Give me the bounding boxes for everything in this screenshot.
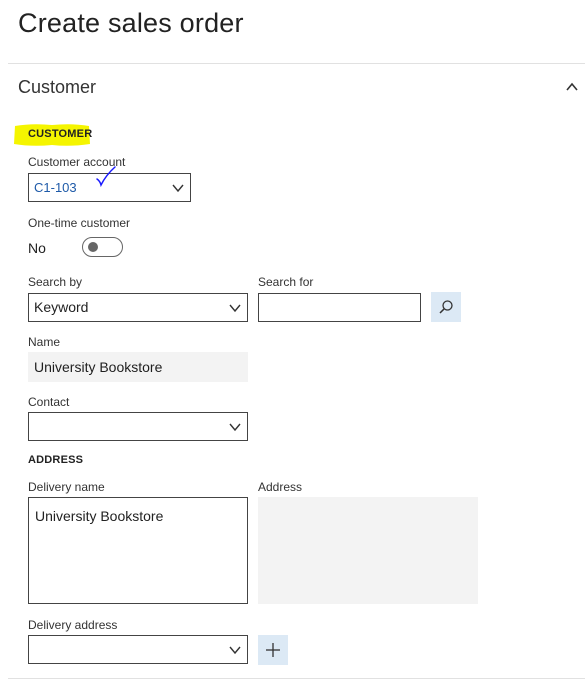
chevron-down-icon[interactable] xyxy=(228,643,242,657)
search-for-label: Search for xyxy=(258,275,314,289)
address-group-heading: ADDRESS xyxy=(28,454,84,466)
search-icon xyxy=(439,300,453,314)
contact-dropdown[interactable] xyxy=(28,412,248,441)
section-divider-top xyxy=(8,63,585,64)
delivery-name-textarea[interactable]: University Bookstore xyxy=(28,497,248,604)
search-button[interactable] xyxy=(431,292,461,322)
add-address-button[interactable] xyxy=(258,635,288,665)
search-by-value: Keyword xyxy=(34,299,89,315)
one-time-customer-state: No xyxy=(28,240,46,256)
one-time-customer-toggle[interactable] xyxy=(82,237,123,257)
customer-account-value[interactable]: C1-103 xyxy=(34,180,77,195)
section-title[interactable]: Customer xyxy=(18,77,96,98)
plus-icon xyxy=(266,643,280,657)
delivery-name-label: Delivery name xyxy=(28,480,105,494)
chevron-down-icon[interactable] xyxy=(171,181,185,195)
chevron-down-icon[interactable] xyxy=(228,420,242,434)
address-field xyxy=(258,497,478,604)
toggle-knob xyxy=(88,242,98,252)
one-time-customer-label: One-time customer xyxy=(28,216,131,230)
delivery-address-dropdown[interactable] xyxy=(28,635,248,664)
address-label: Address xyxy=(258,480,303,494)
section-divider-bottom xyxy=(8,678,585,679)
delivery-address-label: Delivery address xyxy=(28,618,118,632)
name-label: Name xyxy=(28,335,61,349)
checkmark-annotation-icon xyxy=(96,166,116,188)
chevron-up-icon[interactable] xyxy=(565,80,579,94)
search-for-input[interactable] xyxy=(258,293,421,322)
chevron-down-icon[interactable] xyxy=(228,301,242,315)
contact-label: Contact xyxy=(28,395,70,409)
name-field: University Bookstore xyxy=(28,352,248,382)
page-title: Create sales order xyxy=(18,8,244,38)
customer-group-heading: CUSTOMER xyxy=(28,128,93,140)
search-by-dropdown[interactable]: Keyword xyxy=(28,293,248,322)
search-by-label: Search by xyxy=(28,275,83,289)
